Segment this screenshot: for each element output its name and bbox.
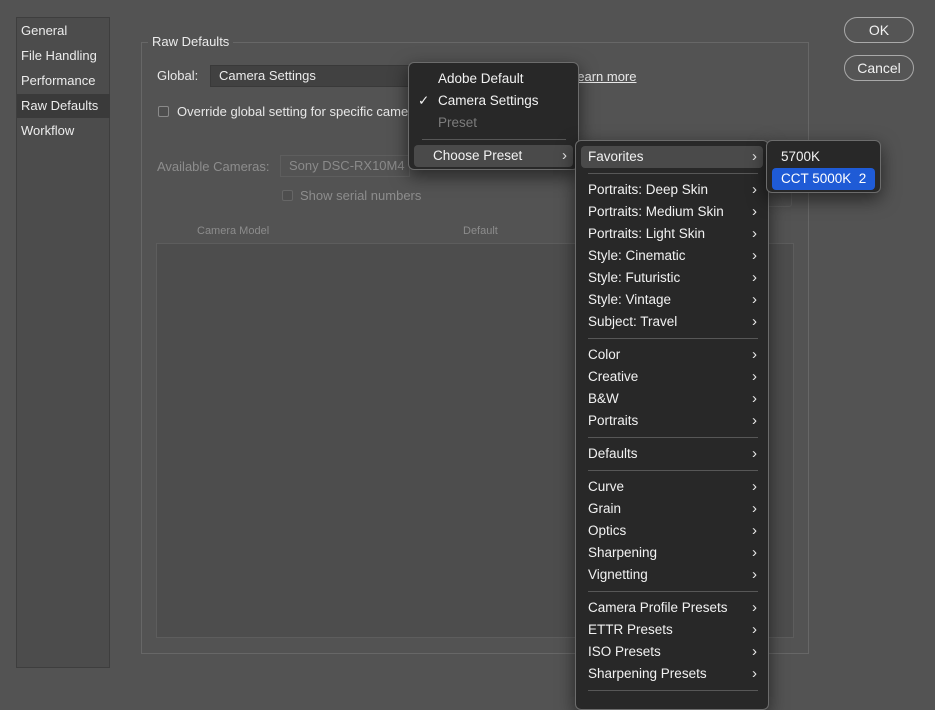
menu-item-preset: Preset: [438, 115, 478, 130]
menu-item-subject-travel[interactable]: Subject: Travel ›: [581, 311, 763, 333]
chevron-right-icon: ›: [752, 478, 757, 495]
cancel-button[interactable]: Cancel: [844, 55, 914, 81]
menu-item-portraits-deep-skin[interactable]: Portraits: Deep Skin ›: [581, 179, 763, 201]
menu-item-color[interactable]: Color ›: [581, 344, 763, 366]
favorites-submenu: 5700K CCT 5000K 2: [766, 140, 881, 193]
menu-item-camera-settings[interactable]: ✓ Camera Settings: [414, 90, 573, 112]
menu-item-iso-presets[interactable]: ISO Presets ›: [581, 641, 763, 663]
menu-item-style-vintage[interactable]: Style: Vintage ›: [581, 289, 763, 311]
menu-item-5700k[interactable]: 5700K: [772, 146, 875, 168]
ok-button[interactable]: OK: [844, 17, 914, 43]
menu-separator: [588, 591, 758, 592]
col-header-camera-model: Camera Model: [197, 225, 270, 237]
chevron-right-icon: ›: [562, 147, 567, 164]
chevron-right-icon: ›: [752, 522, 757, 539]
menu-item-optics[interactable]: Optics ›: [581, 520, 763, 542]
chevron-right-icon: ›: [752, 390, 757, 407]
menu-item-style-futuristic[interactable]: Style: Futuristic ›: [581, 267, 763, 289]
override-label: Override global setting for specific cam…: [177, 104, 420, 119]
chevron-right-icon: ›: [752, 621, 757, 638]
learn-more-link[interactable]: Learn more: [570, 69, 636, 84]
chevron-right-icon: ›: [752, 203, 757, 220]
menu-item-curve[interactable]: Curve ›: [581, 476, 763, 498]
checkmark-icon: ✓: [418, 93, 430, 108]
chevron-right-icon: ›: [752, 500, 757, 517]
preset-submenu: Favorites › Portraits: Deep Skin › Portrai…: [575, 140, 769, 710]
menu-separator: [588, 338, 758, 339]
chevron-right-icon: ›: [752, 368, 757, 385]
menu-item-style-cinematic[interactable]: Style: Cinematic ›: [581, 245, 763, 267]
menu-item-portraits-light-skin[interactable]: Portraits: Light Skin ›: [581, 223, 763, 245]
chevron-right-icon: ›: [752, 291, 757, 308]
menu-item-portraits[interactable]: Portraits ›: [581, 410, 763, 432]
menu-item-defaults[interactable]: Defaults ›: [581, 443, 763, 465]
col-header-default: Default: [463, 225, 498, 237]
serial-numbers-label: Show serial numbers: [300, 188, 422, 203]
menu-item-vignetting[interactable]: Vignetting ›: [581, 564, 763, 586]
sidebar-item-raw-defaults[interactable]: Raw Defaults: [17, 94, 110, 118]
chevron-right-icon: ›: [752, 148, 757, 165]
menu-item-sharpening-presets[interactable]: Sharpening Presets ›: [581, 663, 763, 685]
menu-item-bw[interactable]: B&W ›: [581, 388, 763, 410]
menu-separator: [588, 437, 758, 438]
chevron-right-icon: ›: [752, 247, 757, 264]
sidebar-item-general[interactable]: General: [17, 19, 110, 43]
global-label: Global:: [157, 68, 199, 83]
menu-item-camera-profile-presets[interactable]: Camera Profile Presets ›: [581, 597, 763, 619]
menu-separator: [588, 173, 758, 174]
menu-item-adobe-default[interactable]: Adobe Default: [414, 68, 573, 90]
chevron-right-icon: ›: [752, 181, 757, 198]
chevron-right-icon: ›: [752, 544, 757, 561]
group-title: Raw Defaults: [148, 34, 234, 49]
chevron-right-icon: ›: [752, 225, 757, 242]
menu-item-sharpening[interactable]: Sharpening ›: [581, 542, 763, 564]
available-cameras-label: Available Cameras:: [157, 159, 270, 174]
serial-numbers-checkbox[interactable]: [282, 190, 293, 201]
menu-separator: [588, 470, 758, 471]
sidebar-item-performance[interactable]: Performance: [17, 69, 110, 93]
chevron-right-icon: ›: [752, 412, 757, 429]
menu-item-ettr-presets[interactable]: ETTR Presets ›: [581, 619, 763, 641]
menu-item-portraits-medium-skin[interactable]: Portraits: Medium Skin ›: [581, 201, 763, 223]
menu-separator: [422, 139, 566, 140]
menu-item-cct-5000k[interactable]: CCT 5000K 2: [772, 168, 875, 190]
menu-separator: [588, 690, 758, 691]
menu-item-choose-preset[interactable]: Choose Preset ›: [414, 145, 573, 167]
chevron-right-icon: ›: [752, 665, 757, 682]
menu-item-favorites[interactable]: Favorites ›: [581, 146, 763, 168]
chevron-right-icon: ›: [752, 269, 757, 286]
chevron-right-icon: ›: [752, 643, 757, 660]
chevron-right-icon: ›: [752, 566, 757, 583]
menu-item-grain[interactable]: Grain ›: [581, 498, 763, 520]
sidebar-item-workflow[interactable]: Workflow: [17, 119, 110, 143]
global-dropdown[interactable]: Camera Settings: [210, 65, 410, 87]
override-checkbox[interactable]: [158, 106, 169, 117]
sidebar-item-file-handling[interactable]: File Handling: [17, 44, 110, 68]
chevron-right-icon: ›: [752, 313, 757, 330]
chevron-right-icon: ›: [752, 445, 757, 462]
chevron-right-icon: ›: [752, 599, 757, 616]
camera-dropdown[interactable]: Sony DSC-RX10M4: [280, 155, 410, 177]
chevron-right-icon: ›: [752, 346, 757, 363]
global-dropdown-menu: Adobe Default ✓ Camera Settings Preset C…: [408, 62, 579, 170]
menu-item-creative[interactable]: Creative ›: [581, 366, 763, 388]
preferences-sidebar: General File Handling Performance Raw De…: [16, 17, 110, 668]
